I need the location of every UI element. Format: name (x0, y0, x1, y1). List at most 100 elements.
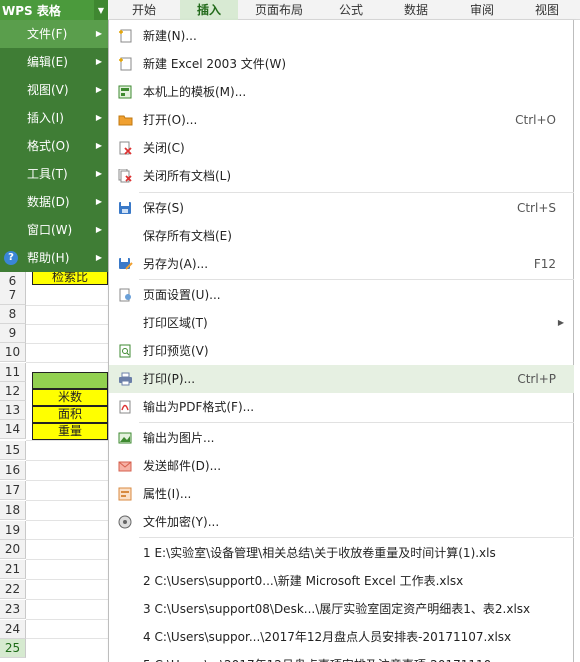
row-header[interactable]: 21 (0, 560, 26, 579)
recent-file-item[interactable]: 4 C:\Users\suppor...\2017年12月盘点人员安排表-201… (109, 623, 574, 651)
tab-data[interactable]: 数据 (382, 0, 450, 20)
chevron-right-icon: ▶ (557, 318, 564, 327)
menu-separator (139, 537, 574, 538)
menu-item-new-excel2003[interactable]: 新建 Excel 2003 文件(W) (109, 50, 574, 78)
recent-file-item[interactable]: 3 C:\Users\support08\Desk...\展厅实验室固定资产明细… (109, 595, 574, 623)
menu-insert[interactable]: 插入(I) ▶ (0, 104, 108, 132)
menu-window[interactable]: 窗口(W) ▶ (0, 216, 108, 244)
menu-item-open[interactable]: 打开(O)... Ctrl+O (109, 106, 574, 134)
row-header[interactable]: 22 (0, 580, 26, 599)
row-line (26, 324, 108, 325)
menu-item-label: 发送邮件(D)... (143, 459, 222, 473)
row-header[interactable]: 7 (0, 286, 26, 305)
menu-item-print-area[interactable]: 打印区域(T) ▶ (109, 309, 574, 337)
tab-insert[interactable]: 插入 (180, 0, 238, 20)
shortcut-label: Ctrl+O (515, 113, 556, 127)
menu-item-label: 输出为PDF格式(F)... (143, 400, 255, 414)
row-header[interactable]: 19 (0, 521, 26, 540)
row-line (26, 520, 108, 521)
cell-area[interactable]: 面积 (32, 406, 108, 423)
template-icon (118, 85, 132, 99)
menu-help[interactable]: ? 帮助(H) ▶ (0, 244, 108, 272)
menu-tools[interactable]: 工具(T) ▶ (0, 160, 108, 188)
menu-item-label: 输出为图片... (143, 431, 215, 445)
menu-item-label: 关闭(C) (143, 141, 185, 155)
mail-icon (118, 461, 132, 472)
menu-item-label: 新建(N)... (143, 29, 197, 43)
row-header[interactable]: 11 (0, 363, 26, 382)
menu-item-send-mail[interactable]: 发送邮件(D)... (109, 452, 574, 480)
row-header[interactable]: 10 (0, 343, 26, 362)
page-setup-icon (119, 288, 131, 302)
menu-file[interactable]: 文件(F) ▶ (0, 20, 108, 48)
menu-item-label: 本机上的模板(M)... (143, 85, 247, 99)
row-header[interactable]: 16 (0, 461, 26, 480)
menu-item-export-pdf[interactable]: 输出为PDF格式(F)... (109, 393, 574, 421)
new-excel-icon (119, 57, 132, 71)
row-header[interactable]: 13 (0, 401, 26, 420)
menu-format[interactable]: 格式(O) ▶ (0, 132, 108, 160)
menu-item-local-template[interactable]: 本机上的模板(M)... (109, 78, 574, 106)
row-line (26, 440, 108, 441)
shortcut-label: F12 (533, 257, 556, 271)
cell-meters[interactable]: 米数 (32, 389, 108, 406)
menu-item-label: 打印区域(T) (143, 316, 208, 330)
menu-edit[interactable]: 编辑(E) ▶ (0, 48, 108, 76)
row-header[interactable]: 14 (0, 420, 26, 439)
row-header[interactable]: 24 (0, 620, 26, 639)
menu-item-label: 关闭所有文档(L) (143, 169, 232, 183)
menu-item-save-all[interactable]: 保存所有文档(E) (109, 222, 574, 250)
row-line (26, 599, 108, 600)
menu-view-label: 视图(V) (27, 83, 69, 97)
chevron-right-icon: ▶ (95, 57, 102, 66)
chevron-right-icon: ▶ (95, 141, 102, 150)
menu-item-print[interactable]: 打印(P)... Ctrl+P (109, 365, 574, 393)
menu-item-properties[interactable]: 属性(I)... (109, 480, 574, 508)
row-line (26, 500, 108, 501)
row-header[interactable]: 9 (0, 324, 26, 343)
cell-green-header[interactable] (32, 372, 108, 389)
row-header[interactable]: 17 (0, 481, 26, 500)
menu-item-label: 文件加密(Y)... (143, 515, 220, 529)
row-header[interactable]: 15 (0, 441, 26, 460)
chevron-down-icon[interactable]: ▼ (94, 0, 108, 20)
menu-separator (139, 192, 574, 193)
tab-home[interactable]: 开始 (108, 0, 180, 20)
row-line (26, 619, 108, 620)
recent-file-item[interactable]: 5 C:\Users\...\2017年12月盘点事项安排及注意事项-20171… (109, 651, 574, 662)
menu-item-close[interactable]: 关闭(C) (109, 134, 574, 162)
row-line (26, 539, 108, 540)
tab-formulas[interactable]: 公式 (320, 0, 382, 20)
row-header[interactable]: 18 (0, 501, 26, 520)
menu-data[interactable]: 数据(D) ▶ (0, 188, 108, 216)
wps-app-button[interactable]: WPS 表格 ▼ (0, 0, 108, 20)
tab-review[interactable]: 审阅 (450, 0, 514, 20)
row-header-selected[interactable]: 25 (0, 639, 26, 658)
recent-file-item[interactable]: 2 C:\Users\support0...\新建 Microsoft Exce… (109, 567, 574, 595)
row-header[interactable]: 12 (0, 382, 26, 401)
app-title: WPS 表格 (2, 3, 61, 18)
row-line (26, 305, 108, 306)
menu-item-close-all[interactable]: 关闭所有文档(L) (109, 162, 574, 190)
cell-weight[interactable]: 重量 (32, 423, 108, 440)
menu-item-label: 打印(P)... (143, 372, 196, 386)
menu-item-export-image[interactable]: 输出为图片... (109, 424, 574, 452)
menu-view[interactable]: 视图(V) ▶ (0, 76, 108, 104)
menu-item-new[interactable]: 新建(N)... (109, 22, 574, 50)
tab-view[interactable]: 视图 (514, 0, 580, 20)
menu-item-save-as[interactable]: 另存为(A)... F12 (109, 250, 574, 278)
menu-item-print-preview[interactable]: 打印预览(V) (109, 337, 574, 365)
tab-page-layout[interactable]: 页面布局 (238, 0, 320, 20)
menu-item-page-setup[interactable]: 页面设置(U)... (109, 281, 574, 309)
chevron-right-icon: ▶ (95, 197, 102, 206)
chevron-right-icon: ▶ (95, 253, 102, 262)
menu-item-encrypt[interactable]: 文件加密(Y)... (109, 508, 574, 536)
row-header[interactable]: 20 (0, 540, 26, 559)
recent-file-item[interactable]: 1 E:\实验室\设备管理\相关总结\关于收放卷重量及时间计算(1).xls (109, 539, 574, 567)
chevron-right-icon: ▶ (95, 169, 102, 178)
row-header[interactable]: 8 (0, 305, 26, 324)
chevron-right-icon: ▶ (95, 85, 102, 94)
row-header[interactable]: 23 (0, 600, 26, 619)
menu-item-save[interactable]: 保存(S) Ctrl+S (109, 194, 574, 222)
row-line (26, 460, 108, 461)
